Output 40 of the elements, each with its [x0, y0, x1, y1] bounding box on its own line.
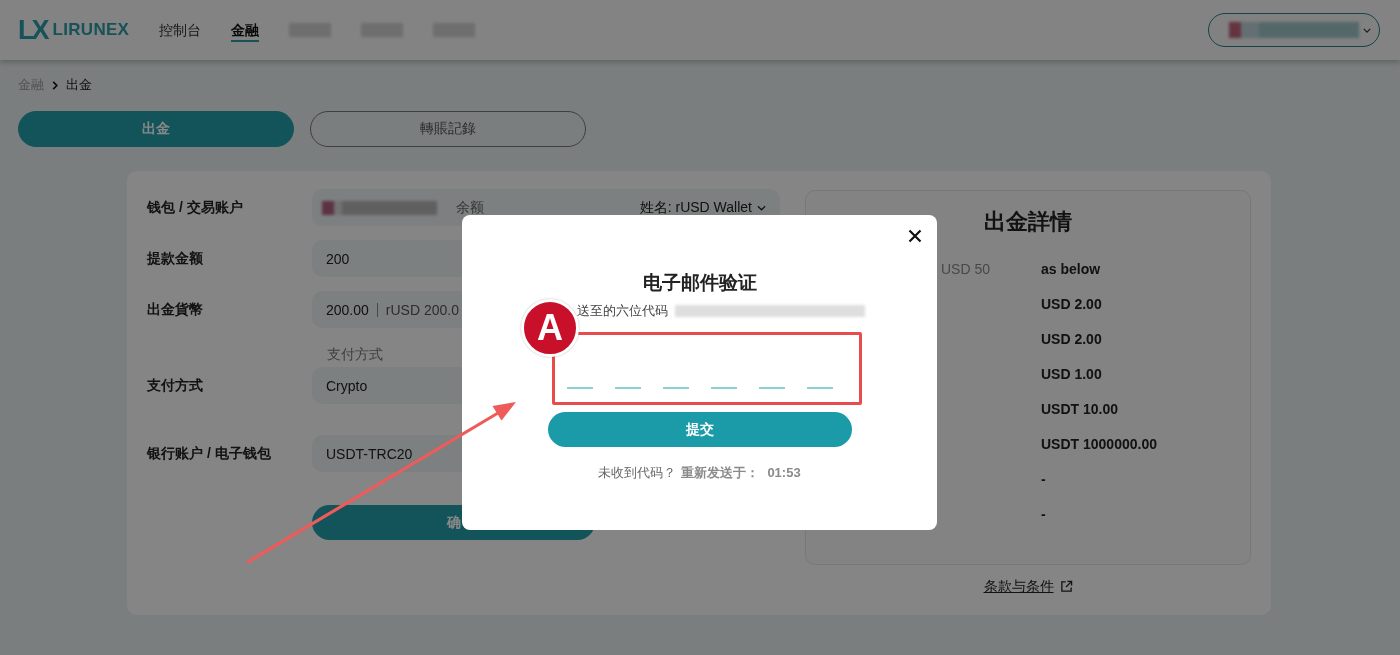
logo-wordmark: LIRUNEX	[52, 20, 130, 40]
external-link-icon	[1059, 579, 1073, 593]
resend-label: 重新发送于：	[681, 464, 760, 482]
detail-value: -	[1041, 505, 1047, 522]
detail-value: USDT 1000000.00	[1041, 435, 1158, 452]
wallet-name-select[interactable]: 姓名: rUSD Wallet	[639, 198, 766, 217]
resend-prompt: 未收到代码？	[598, 464, 677, 482]
close-icon	[908, 229, 922, 243]
dialog-title: 电子邮件验证	[642, 271, 757, 295]
account-menu[interactable]	[1208, 13, 1380, 47]
logo-mark: LX	[18, 15, 47, 45]
details-title: 出金詳情	[983, 208, 1073, 236]
terms-link[interactable]: 条款与条件	[983, 578, 1073, 594]
nav-item[interactable]: 金融	[231, 18, 260, 42]
field-label: 出金貨幣	[147, 300, 203, 319]
detail-value: -	[1041, 470, 1047, 487]
field-label: 提款金额	[147, 249, 203, 268]
field-label: 钱包 / 交易账户	[147, 198, 243, 217]
detail-label: USD 50	[940, 260, 992, 277]
field-label: 银行账户 / 电子钱包	[147, 444, 271, 463]
nav-item[interactable]: 控制台	[159, 18, 202, 42]
detail-value: USD 2.00	[1041, 330, 1103, 347]
submit-button[interactable]: 提交	[547, 412, 852, 447]
amount-value: 200.00	[326, 301, 369, 318]
dialog-subtitle: 送至的六位代码	[577, 302, 668, 320]
field-label: 支付方式	[147, 376, 203, 395]
balance-label: 余额	[456, 198, 484, 217]
converted-amount: rUSD 200.0	[385, 301, 459, 318]
close-button[interactable]	[908, 229, 922, 243]
caret-icon	[1363, 27, 1371, 33]
tab[interactable]: 出金	[18, 111, 294, 147]
caret-icon	[757, 204, 766, 211]
breadcrumb-item: 出金	[66, 76, 92, 94]
detail-value: as below	[1041, 260, 1102, 277]
detail-value: USDT 10.00	[1041, 400, 1120, 417]
countdown-timer: 01:53	[767, 464, 801, 482]
detail-value: USD 1.00	[1041, 365, 1103, 382]
chevron-right-icon	[52, 80, 58, 90]
detail-value: USD 2.00	[1041, 295, 1103, 312]
field-floating-label: 支付方式	[327, 346, 384, 362]
